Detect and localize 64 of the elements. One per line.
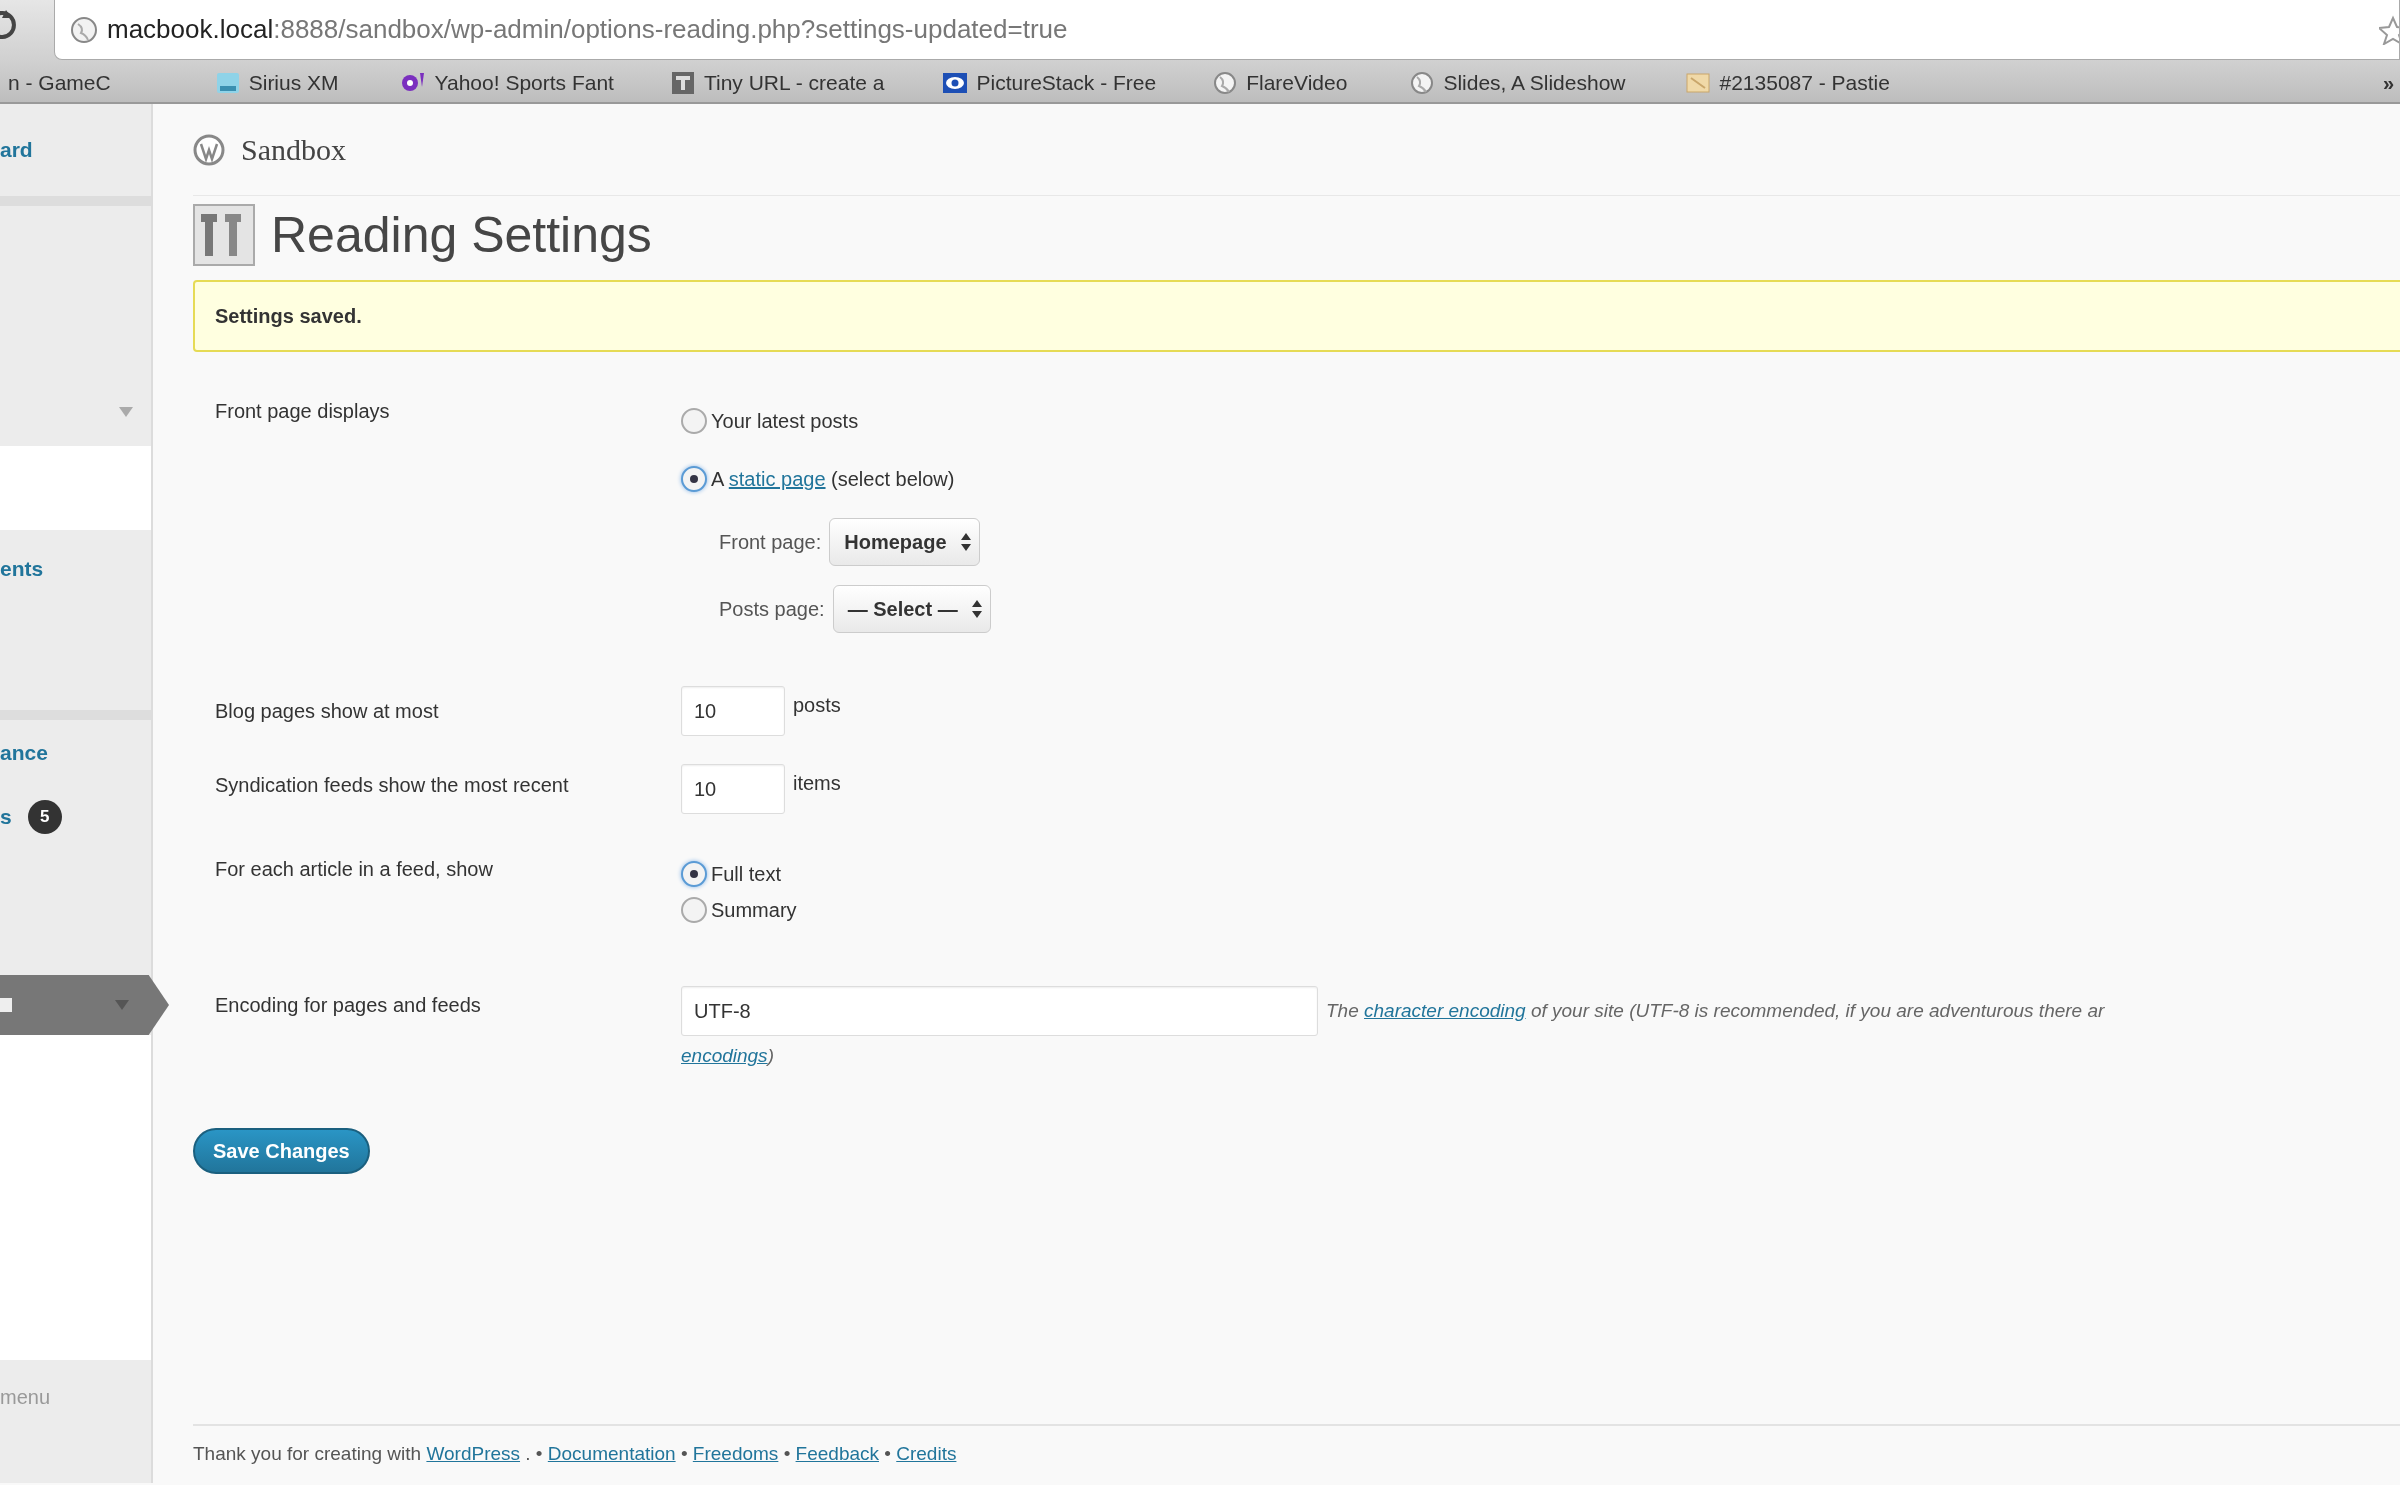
sidebar-item[interactable] — [0, 975, 169, 1035]
field-label: Posts page: — [719, 596, 825, 622]
help-text: The character encoding of your site (UTF-8 is recommended, if you are adventurous there ar — [1326, 999, 2105, 1023]
site-name[interactable]: Sandbox — [241, 127, 346, 172]
footer-link[interactable]: WordPress — [426, 1443, 521, 1464]
save-changes-button[interactable]: Save Changes — [193, 1128, 370, 1174]
radio-button[interactable] — [681, 466, 707, 492]
notice-text: Settings saved. — [215, 304, 362, 329]
bookmark-item[interactable]: Slides, A Slideshow — [1401, 67, 1634, 99]
footer-link[interactable]: Documentation — [547, 1443, 676, 1464]
footer-text: Thank you for creating with WordPress . • Documentation • Freedoms • Feedback • Credits — [193, 1424, 2400, 1469]
static-page-link[interactable]: static page — [728, 468, 826, 490]
encodings-link[interactable]: encodings — [681, 1045, 768, 1066]
field-label: For each article in a feed, show — [215, 857, 494, 882]
radio-button[interactable] — [681, 408, 707, 434]
eye-icon — [942, 70, 969, 96]
bookmark-item[interactable]: n - GameC — [0, 67, 119, 99]
option-label: A static page (select below) — [711, 467, 955, 492]
field-label: Front page: — [719, 529, 822, 555]
folder-icon — [1685, 70, 1712, 96]
number-input[interactable]: 10 — [681, 764, 785, 814]
bookmark-item[interactable]: Tiny URL - create a — [661, 67, 893, 99]
sidebar-item[interactable]: ard — [0, 104, 151, 196]
option-label: Full text — [711, 862, 782, 887]
bookmark-item[interactable]: Sirius XM — [206, 67, 347, 99]
wordpress-logo-icon — [193, 133, 225, 166]
number-input[interactable]: 10 — [681, 686, 785, 736]
unit-label: posts — [793, 693, 841, 718]
tools-icon — [193, 204, 255, 266]
select-dropdown[interactable]: — Select — — [832, 584, 991, 633]
globe-icon — [1212, 70, 1239, 96]
field-label: Front page displays — [215, 399, 391, 424]
footer-link[interactable]: Freedoms — [692, 1443, 779, 1464]
globe-icon — [69, 14, 99, 45]
overflow-chevron[interactable]: » — [2382, 68, 2394, 98]
footer-link[interactable]: Feedback — [795, 1443, 880, 1464]
option-label: Your latest posts — [711, 409, 859, 434]
bookmark-item[interactable]: PictureStack - Free — [934, 67, 1165, 99]
page-title: Reading Settings — [271, 206, 652, 265]
option-label: Summary — [711, 898, 797, 923]
field-label: Syndication feeds show the most recent — [215, 773, 570, 798]
count-badge: 5 — [27, 800, 62, 834]
text-input[interactable]: UTF-8 — [681, 986, 1318, 1036]
footer-link[interactable]: Credits — [896, 1443, 957, 1464]
select-dropdown[interactable]: Homepage — [829, 517, 980, 566]
updown-arrows-icon — [960, 531, 971, 552]
address-field[interactable]: macbook.local:8888/sandbox/wp-admin/options-reading.php?settings-updated=true — [54, 0, 2400, 60]
menu-icon — [0, 995, 14, 1015]
sidebar-item[interactable]: s 5 — [0, 786, 151, 848]
bookmark-item[interactable]: #2135087 - Pastie — [1677, 67, 1898, 99]
bookmark-item[interactable]: FlareVideo — [1204, 67, 1356, 99]
sidebar-item[interactable]: ents — [0, 530, 151, 607]
star-icon[interactable] — [2379, 14, 2399, 45]
sidebar-item[interactable]: ance — [0, 720, 151, 786]
updown-arrows-icon — [971, 598, 982, 619]
unit-label: items — [793, 771, 841, 796]
field-label: Encoding for pages and feeds — [215, 993, 482, 1018]
bookmark-item[interactable]: Yahoo! Sports Fant — [392, 67, 622, 99]
radio-button[interactable] — [681, 897, 707, 923]
help-text: encodings) — [681, 1044, 775, 1068]
field-label: Blog pages show at most — [215, 699, 440, 724]
globe-icon — [1409, 70, 1436, 96]
character-encoding-link[interactable]: character encoding — [1364, 1000, 1526, 1021]
radio-button[interactable] — [681, 861, 707, 887]
